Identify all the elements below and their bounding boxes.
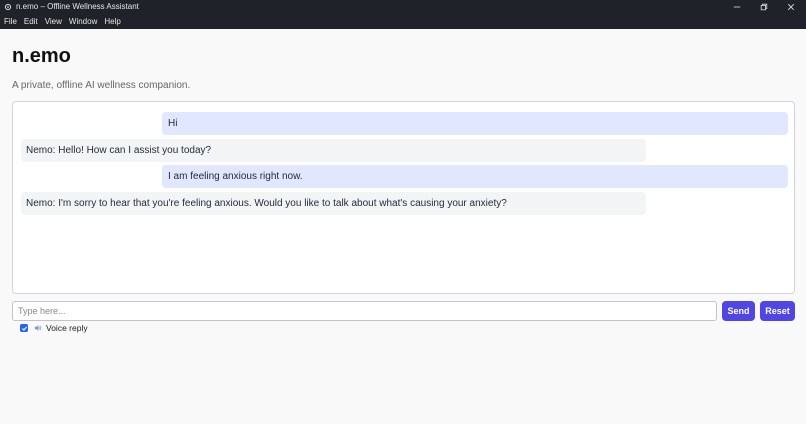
minimize-icon <box>733 6 741 8</box>
assistant-message: Nemo: I'm sorry to hear that you're feel… <box>21 192 646 215</box>
voice-reply-label: Voice reply <box>46 323 88 333</box>
message-text: I am feeling anxious right now. <box>168 171 303 182</box>
page-subtitle: A private, offline AI wellness companion… <box>12 80 191 91</box>
send-button[interactable]: Send <box>722 301 755 321</box>
message-text: Nemo: Hello! How can I assist you today? <box>26 145 212 156</box>
menu-window[interactable]: Window <box>69 14 97 29</box>
checkmark-icon <box>21 326 27 331</box>
window-title: n.emo – Offline Wellness Assistant <box>16 2 139 11</box>
user-message: Hi <box>162 112 788 135</box>
close-button[interactable] <box>778 0 804 14</box>
menu-file[interactable]: File <box>4 14 17 29</box>
message-input[interactable] <box>12 301 717 321</box>
menu-help[interactable]: Help <box>104 14 120 29</box>
restore-button[interactable] <box>751 0 777 14</box>
message-text: Nemo: I'm sorry to hear that you're feel… <box>26 198 507 209</box>
message-text: Hi <box>168 118 178 129</box>
title-bar: n.emo – Offline Wellness Assistant <box>0 0 806 14</box>
voice-reply-checkbox[interactable] <box>20 324 28 332</box>
assistant-message: Nemo: Hello! How can I assist you today? <box>21 139 646 162</box>
menu-bar: File Edit View Window Help <box>0 14 806 29</box>
restore-icon <box>760 3 768 11</box>
menu-view[interactable]: View <box>45 14 62 29</box>
close-icon <box>787 3 795 11</box>
chat-log[interactable]: Hi Nemo: Hello! How can I assist you tod… <box>12 101 795 294</box>
minimize-button[interactable] <box>724 0 750 14</box>
user-message: I am feeling anxious right now. <box>162 165 788 188</box>
gear-icon <box>4 3 12 11</box>
reset-button[interactable]: Reset <box>760 301 795 321</box>
menu-edit[interactable]: Edit <box>24 14 38 29</box>
speaker-icon <box>34 325 42 331</box>
voice-reply-toggle[interactable]: Voice reply <box>20 323 88 333</box>
page-title: n.emo <box>12 45 71 67</box>
